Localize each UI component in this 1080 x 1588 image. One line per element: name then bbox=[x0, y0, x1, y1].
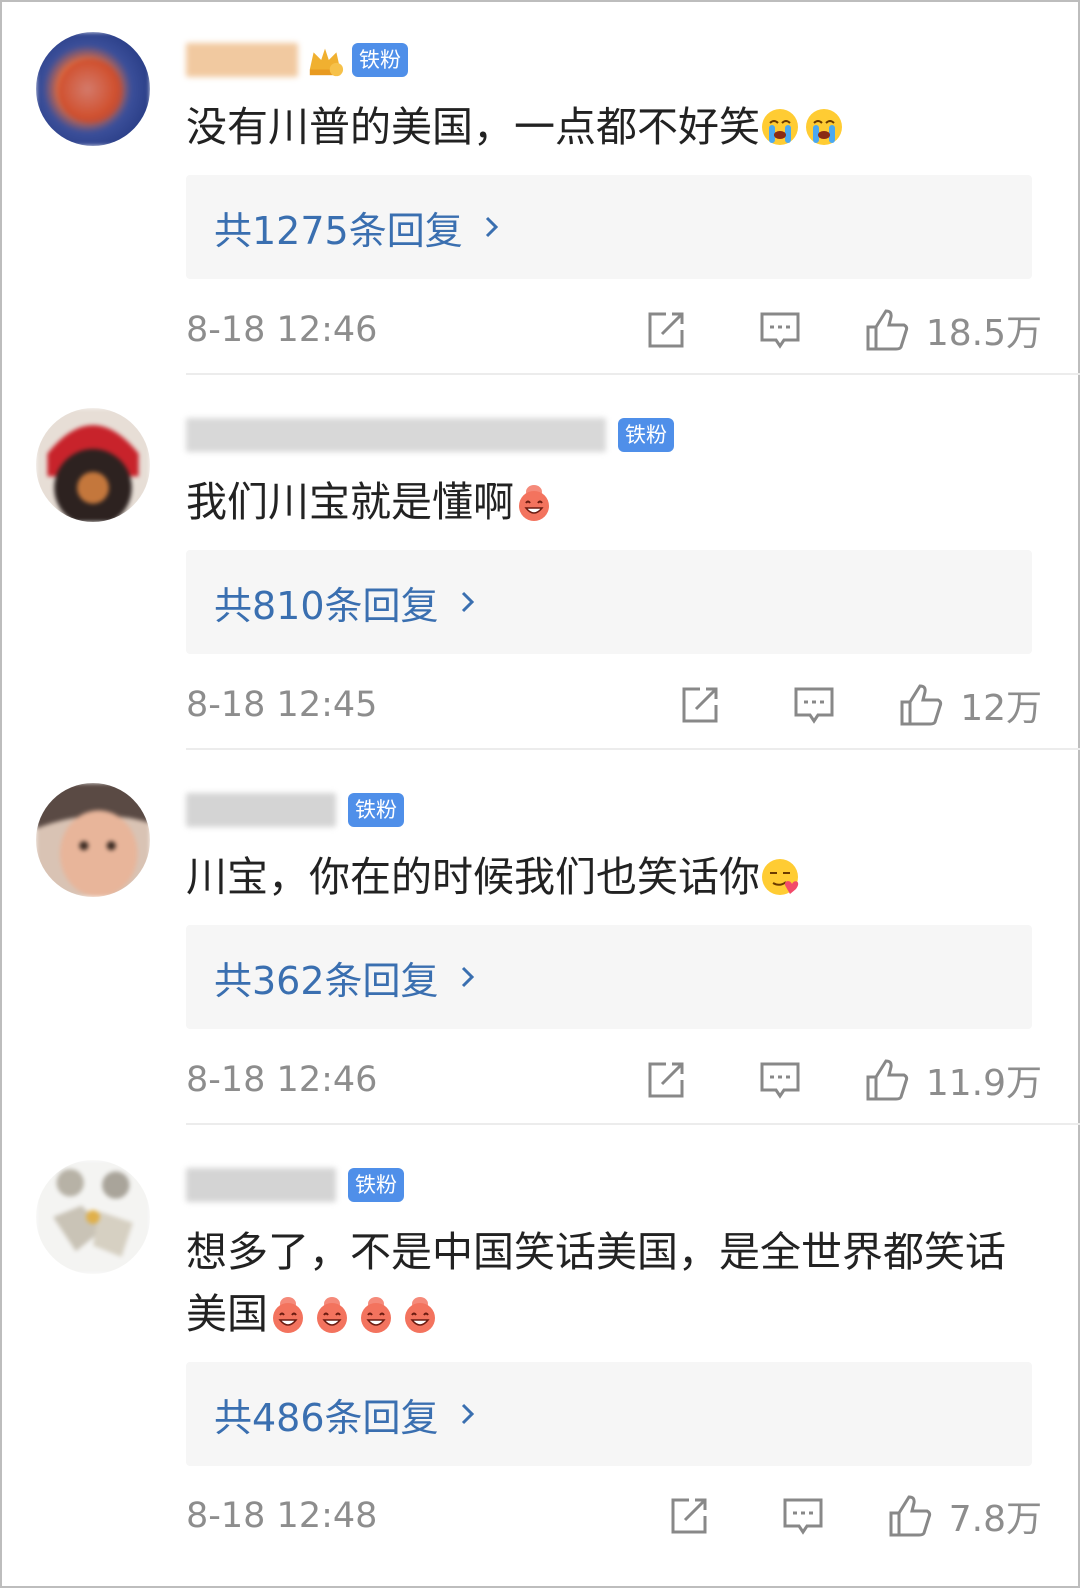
comment-icon[interactable] bbox=[792, 683, 836, 727]
view-replies-button[interactable]: 共362条回复 bbox=[186, 925, 1032, 1029]
comment-text: 想多了，不是中国笑话美国，是全世界都笑话美国 bbox=[186, 1221, 1042, 1345]
laughing-emoji-icon bbox=[361, 1297, 391, 1333]
thumbs-up-icon bbox=[889, 1495, 931, 1537]
chevron-right-icon bbox=[461, 1403, 474, 1425]
crying-emoji-icon bbox=[806, 109, 842, 145]
like-button[interactable]: 7.8万 bbox=[885, 1490, 1042, 1542]
like-count: 12万 bbox=[960, 688, 1042, 729]
avatar[interactable] bbox=[36, 1160, 150, 1274]
share-icon[interactable] bbox=[678, 683, 722, 727]
like-count: 11.9万 bbox=[925, 1063, 1042, 1104]
fan-badge: 铁粉 bbox=[352, 43, 408, 77]
thumbs-up-icon bbox=[900, 684, 943, 726]
comment-text-content: 想多了，不是中国笑话美国，是全世界都笑话美国 bbox=[186, 1228, 1006, 1338]
laughing-emoji-icon bbox=[519, 485, 549, 521]
username-blurred[interactable] bbox=[186, 418, 606, 452]
crying-emoji-icon bbox=[762, 109, 798, 145]
comment-text: 川宝，你在的时候我们也笑话你 bbox=[186, 846, 1042, 908]
divider bbox=[186, 1123, 1080, 1125]
view-replies-button[interactable]: 共1275条回复 bbox=[186, 175, 1032, 279]
laughing-emoji-icon bbox=[273, 1297, 303, 1333]
like-button[interactable]: 11.9万 bbox=[862, 1054, 1042, 1106]
username-blurred[interactable] bbox=[186, 1168, 336, 1202]
avatar[interactable] bbox=[36, 783, 150, 897]
fan-badge: 铁粉 bbox=[348, 1168, 404, 1202]
comment-icon[interactable] bbox=[758, 1058, 802, 1102]
comment-text-content: 没有川普的美国，一点都不好笑 bbox=[186, 103, 760, 151]
divider bbox=[186, 373, 1080, 375]
replies-label: 共1275条回复 bbox=[214, 208, 463, 253]
timestamp: 8-18 12:46 bbox=[186, 1060, 378, 1100]
username-blurred[interactable] bbox=[186, 43, 298, 77]
avatar[interactable] bbox=[36, 32, 150, 146]
divider bbox=[186, 748, 1080, 750]
like-button[interactable]: 12万 bbox=[896, 679, 1042, 731]
username-blurred[interactable] bbox=[186, 793, 336, 827]
laughing-emoji-icon bbox=[317, 1297, 347, 1333]
avatar[interactable] bbox=[36, 408, 150, 522]
chevron-right-icon bbox=[461, 591, 474, 613]
replies-label: 共486条回复 bbox=[214, 1395, 439, 1440]
chevron-right-icon bbox=[461, 966, 474, 988]
share-icon[interactable] bbox=[644, 1058, 688, 1102]
comment-text-content: 我们川宝就是懂啊 bbox=[186, 478, 514, 526]
view-replies-button[interactable]: 共486条回复 bbox=[186, 1362, 1032, 1466]
vip-crown-icon bbox=[309, 48, 344, 77]
like-count: 18.5万 bbox=[925, 313, 1042, 354]
like-count: 7.8万 bbox=[948, 1499, 1042, 1540]
comment-text-content: 川宝，你在的时候我们也笑话你 bbox=[186, 853, 760, 901]
comment-text: 没有川普的美国，一点都不好笑 bbox=[186, 96, 1042, 158]
timestamp: 8-18 12:48 bbox=[186, 1496, 378, 1536]
timestamp: 8-18 12:45 bbox=[186, 685, 378, 725]
comment-icon[interactable] bbox=[758, 308, 802, 352]
smirk-heart-emoji-icon bbox=[762, 859, 799, 895]
comment-text: 我们川宝就是懂啊 bbox=[186, 471, 1042, 533]
timestamp: 8-18 12:46 bbox=[186, 310, 378, 350]
fan-badge: 铁粉 bbox=[348, 793, 404, 827]
share-icon[interactable] bbox=[644, 308, 688, 352]
chevron-right-icon bbox=[485, 216, 498, 238]
laughing-emoji-icon bbox=[405, 1297, 435, 1333]
replies-label: 共362条回复 bbox=[214, 958, 439, 1003]
share-icon[interactable] bbox=[667, 1494, 711, 1538]
comment-icon[interactable] bbox=[781, 1494, 825, 1538]
thumbs-up-icon bbox=[866, 1059, 908, 1101]
fan-badge: 铁粉 bbox=[618, 418, 674, 452]
thumbs-up-icon bbox=[866, 309, 908, 351]
replies-label: 共810条回复 bbox=[214, 583, 439, 628]
view-replies-button[interactable]: 共810条回复 bbox=[186, 550, 1032, 654]
like-button[interactable]: 18.5万 bbox=[862, 304, 1042, 356]
